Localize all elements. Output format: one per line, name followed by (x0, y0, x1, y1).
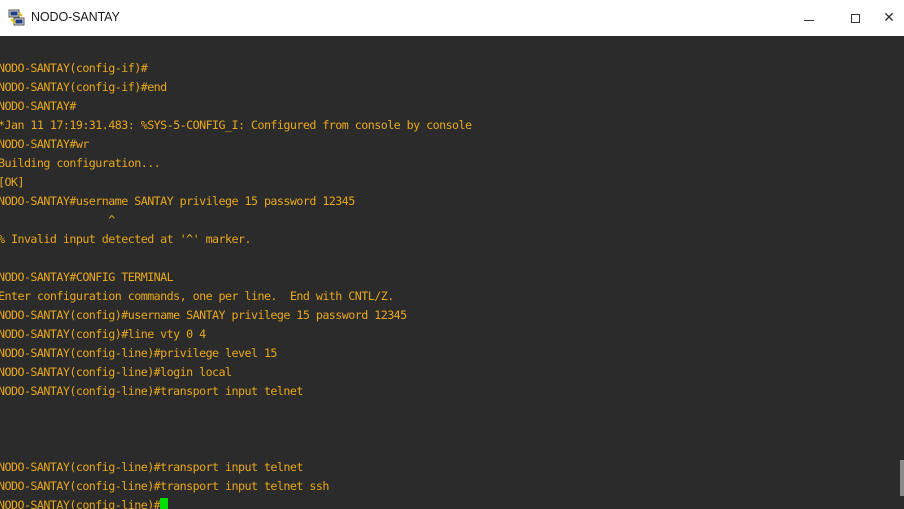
title-bar[interactable]: NODO-SANTAY ✕ (0, 0, 904, 36)
terminal-line: NODO-SANTAY(config-line)#login local (0, 365, 232, 379)
terminal-line: Building configuration... (0, 156, 161, 170)
maximize-icon (850, 13, 860, 23)
terminal-line: NODO-SANTAY# (0, 99, 76, 113)
window-title: NODO-SANTAY (31, 10, 120, 24)
terminal-lines: NODO-SANTAY(config-if)# NODO-SANTAY(confi… (0, 59, 472, 509)
terminal-line: NODO-SANTAY#username SANTAY privilege 15… (0, 194, 355, 208)
terminal-line: NODO-SANTAY(config)#line vty 0 4 (0, 327, 206, 341)
minimize-icon (804, 19, 814, 21)
terminal-line: ^ (0, 213, 115, 227)
terminal-line: NODO-SANTAY(config-line)#transport input… (0, 460, 303, 474)
putty-icon[interactable] (8, 9, 26, 27)
scrollbar-thumb[interactable] (900, 460, 904, 496)
terminal-prompt: NODO-SANTAY(config-line)# (0, 498, 161, 509)
terminal-line: NODO-SANTAY(config-line)#transport input… (0, 384, 303, 398)
terminal-output[interactable]: NODO-SANTAY(config-if)# NODO-SANTAY(confi… (0, 36, 904, 509)
text-cursor (160, 498, 169, 509)
terminal-line: NODO-SANTAY#wr (0, 137, 89, 151)
terminal-line: [OK] (0, 175, 25, 189)
terminal-line: NODO-SANTAY(config-if)#end (0, 80, 167, 94)
terminal-prompt-line[interactable]: NODO-SANTAY(config-line)# (0, 496, 472, 509)
terminal-line: *Jan 11 17:19:31.483: %SYS-5-CONFIG_I: C… (0, 118, 472, 132)
close-icon: ✕ (883, 10, 895, 26)
minimize-button[interactable] (786, 0, 832, 36)
close-button[interactable]: ✕ (866, 0, 904, 36)
terminal-line: % Invalid input detected at '^' marker. (0, 232, 252, 246)
terminal-line: NODO-SANTAY(config-if)# (0, 61, 148, 75)
putty-window: NODO-SANTAY ✕ NODO-SANTAY(config-if)# NOD… (0, 0, 904, 509)
terminal-line: NODO-SANTAY(config-line)#privilege level… (0, 346, 277, 360)
terminal-line: NODO-SANTAY#CONFIG TERMINAL (0, 270, 174, 284)
terminal-line: NODO-SANTAY(config)#username SANTAY priv… (0, 308, 407, 322)
terminal-line: NODO-SANTAY(config-line)#transport input… (0, 479, 329, 493)
terminal-line: Enter configuration commands, one per li… (0, 289, 394, 303)
